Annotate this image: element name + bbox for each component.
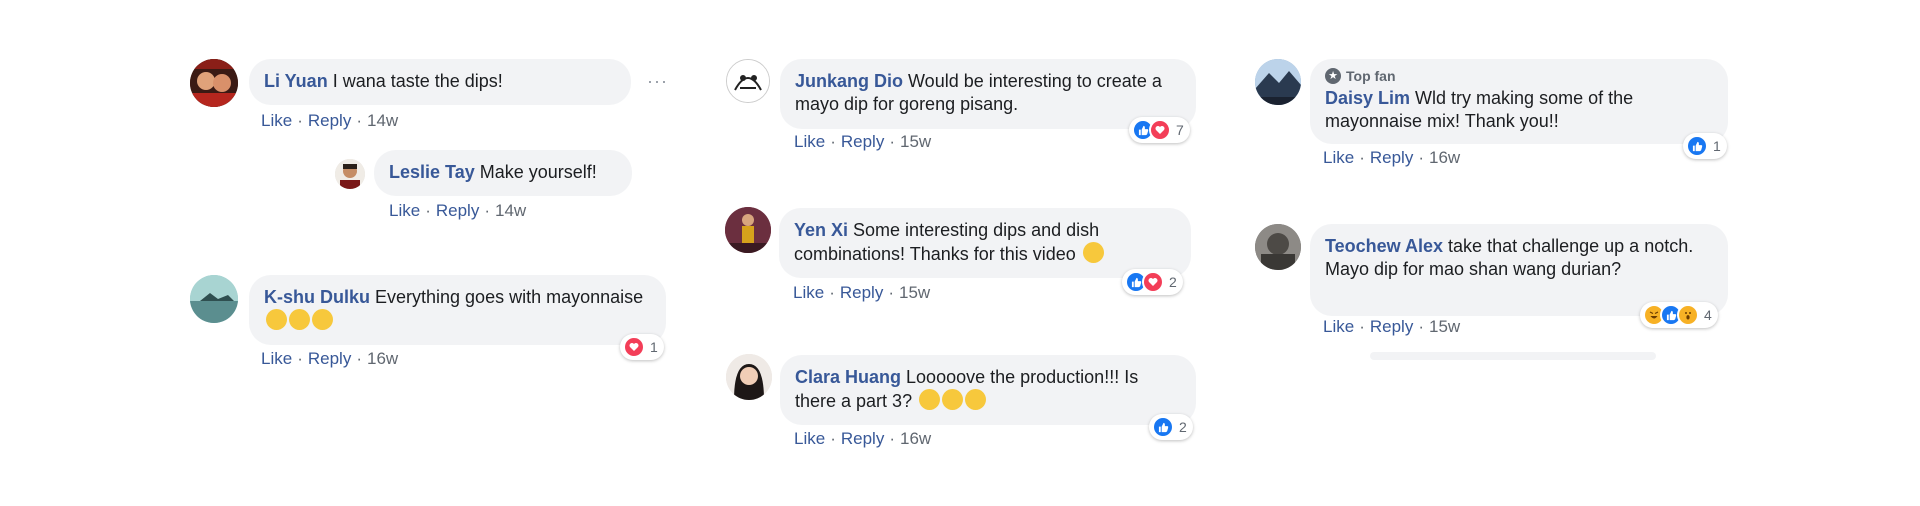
- comment-bubble: ★ Top fan Daisy Lim Wld try making some of…: [1310, 59, 1728, 144]
- comment-actions: Like · Reply · 16w: [1323, 148, 1461, 167]
- like-link[interactable]: Like: [1323, 148, 1354, 167]
- avatar[interactable]: [335, 159, 365, 189]
- reaction-summary[interactable]: 1: [1683, 133, 1727, 159]
- avatar[interactable]: [1255, 224, 1301, 270]
- love-reaction-icon: [623, 336, 645, 358]
- like-link[interactable]: Like: [1323, 317, 1354, 336]
- love-reaction-icon: [1142, 271, 1164, 293]
- relieved-face-icon: [289, 309, 310, 330]
- love-reaction-icon: [1149, 119, 1171, 141]
- reaction-summary[interactable]: 4: [1640, 302, 1718, 328]
- avatar[interactable]: [726, 354, 772, 400]
- like-reaction-icon: [1686, 135, 1708, 157]
- like-link[interactable]: Like: [794, 429, 825, 448]
- wow-reaction-icon: [1677, 304, 1699, 326]
- like-link[interactable]: Like: [794, 132, 825, 151]
- reaction-count: 4: [1704, 307, 1712, 323]
- comment-actions: Like · Reply · 16w: [261, 349, 399, 368]
- like-reaction-icon: [1152, 416, 1174, 438]
- like-link[interactable]: Like: [793, 283, 824, 302]
- reply-link[interactable]: Reply: [308, 111, 351, 130]
- reaction-count: 7: [1176, 122, 1184, 138]
- comment-author[interactable]: Daisy Lim: [1325, 88, 1410, 108]
- comment-actions: Like · Reply · 15w: [793, 283, 931, 302]
- reaction-summary[interactable]: 7: [1129, 117, 1190, 143]
- comment-bubble: Clara Huang Looooove the production!!! Is…: [780, 355, 1196, 425]
- reaction-summary[interactable]: 2: [1149, 414, 1193, 440]
- comment-author[interactable]: Li Yuan: [264, 71, 328, 91]
- avatar[interactable]: [725, 207, 771, 253]
- like-link[interactable]: Like: [389, 201, 420, 220]
- reaction-summary[interactable]: 1: [620, 334, 664, 360]
- timestamp[interactable]: 15w: [1429, 317, 1460, 336]
- reaction-count: 2: [1179, 419, 1187, 435]
- more-options-icon[interactable]: ···: [647, 71, 668, 92]
- comment-actions: Like · Reply · 14w: [261, 111, 399, 130]
- comment-bubble: Yen Xi Some interesting dips and dish com…: [779, 208, 1191, 278]
- comment-text: take that challenge up a notch.: [1448, 236, 1694, 256]
- reaction-count: 2: [1169, 274, 1177, 290]
- comment-author[interactable]: K-shu Dulku: [264, 287, 370, 307]
- comment-actions: Like · Reply · 15w: [794, 132, 932, 151]
- reply-link[interactable]: Reply: [841, 429, 884, 448]
- reaction-count: 1: [650, 339, 658, 355]
- smiling-face-icon: [1082, 242, 1104, 263]
- comment-text-line-2: Mayo dip for mao shan wang durian?: [1325, 259, 1622, 279]
- comment-actions: Like · Reply · 14w: [389, 201, 527, 220]
- timestamp[interactable]: 14w: [495, 201, 526, 220]
- timestamp[interactable]: 15w: [899, 283, 930, 302]
- comment-bubble: Li Yuan I wana taste the dips!: [249, 59, 631, 105]
- heart-eyes-face-icon: [942, 389, 964, 410]
- comment-bubble: Leslie Tay Make yourself!: [374, 150, 632, 196]
- comment-text: Everything goes with mayonnaise: [375, 287, 644, 307]
- reply-link[interactable]: Reply: [1370, 317, 1413, 336]
- heart-eyes-face-icon: [919, 389, 941, 410]
- timestamp[interactable]: 16w: [900, 429, 931, 448]
- comment-bubble: K-shu Dulku Everything goes with mayonnai…: [249, 275, 666, 345]
- timestamp[interactable]: 16w: [367, 349, 398, 368]
- reaction-count: 1: [1713, 138, 1721, 154]
- comment-actions: Like · Reply · 15w: [1323, 317, 1461, 336]
- timestamp[interactable]: 15w: [900, 132, 931, 151]
- timestamp[interactable]: 16w: [1429, 148, 1460, 167]
- like-link[interactable]: Like: [261, 349, 292, 368]
- relieved-face-icon: [266, 309, 287, 330]
- reply-link[interactable]: Reply: [841, 132, 884, 151]
- comment-author[interactable]: Clara Huang: [795, 367, 901, 387]
- heart-eyes-face-icon: [965, 389, 987, 410]
- truncated-comment-bubble: [1370, 352, 1656, 360]
- top-fan-badge: ★ Top fan: [1325, 67, 1713, 85]
- comment-actions: Like · Reply · 16w: [794, 429, 932, 448]
- reply-link[interactable]: Reply: [840, 283, 883, 302]
- comment-text: I wana taste the dips!: [332, 71, 503, 91]
- comment-text: Make yourself!: [479, 162, 597, 182]
- avatar[interactable]: [190, 59, 238, 107]
- comment-author[interactable]: Leslie Tay: [389, 162, 475, 182]
- reply-link[interactable]: Reply: [436, 201, 479, 220]
- avatar[interactable]: [190, 275, 238, 323]
- reply-link[interactable]: Reply: [308, 349, 351, 368]
- comment-author[interactable]: Teochew Alex: [1325, 236, 1443, 256]
- reply-link[interactable]: Reply: [1370, 148, 1413, 167]
- like-link[interactable]: Like: [261, 111, 292, 130]
- avatar[interactable]: [1255, 59, 1301, 105]
- star-icon: ★: [1325, 68, 1341, 84]
- comment-author[interactable]: Yen Xi: [794, 220, 848, 240]
- timestamp[interactable]: 14w: [367, 111, 398, 130]
- comment-author[interactable]: Junkang Dio: [795, 71, 903, 91]
- relieved-face-icon: [312, 309, 333, 330]
- reaction-summary[interactable]: 2: [1122, 269, 1183, 295]
- avatar[interactable]: [726, 59, 770, 103]
